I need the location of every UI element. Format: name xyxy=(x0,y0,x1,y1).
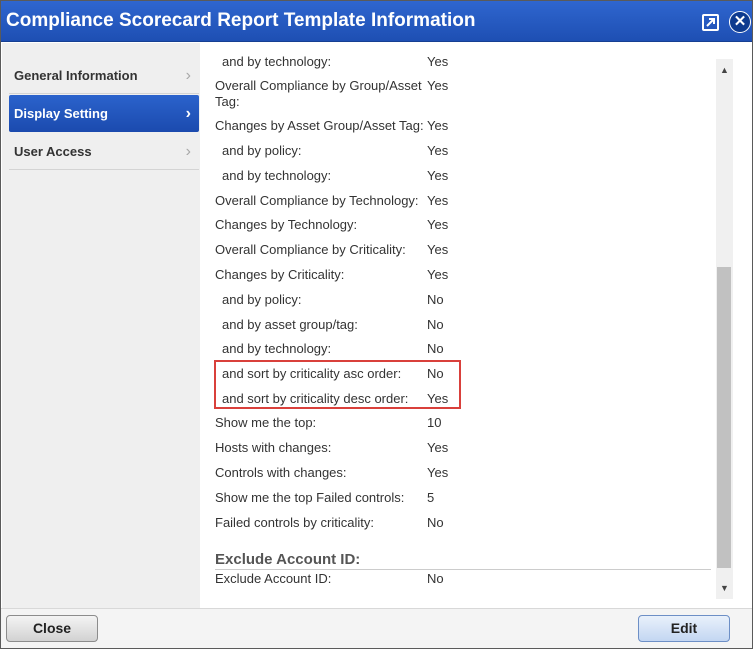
sidebar-item-label: Display Setting xyxy=(14,106,108,121)
setting-label: and by technology: xyxy=(222,168,332,183)
sidebar-item-general-information[interactable]: General Information › xyxy=(9,57,199,94)
setting-value: Yes xyxy=(427,242,449,257)
close-button[interactable]: Close xyxy=(6,615,98,642)
scroll-down-arrow-icon[interactable]: ▼ xyxy=(720,583,729,593)
setting-label: Failed controls by criticality: xyxy=(215,515,374,530)
title-bar: Compliance Scorecard Report Template Inf… xyxy=(1,1,752,42)
sidebar-item-label: User Access xyxy=(14,144,92,159)
setting-value: Yes xyxy=(427,143,449,158)
chevron-right-icon: › xyxy=(185,143,191,160)
setting-value: Yes xyxy=(427,465,449,480)
close-icon[interactable]: ✕ xyxy=(729,11,751,33)
setting-value: Yes xyxy=(427,217,449,232)
section-heading: Exclude Account ID: xyxy=(215,551,361,568)
setting-label: Show me the top: xyxy=(215,415,317,430)
setting-label: Changes by Criticality: xyxy=(215,267,345,282)
sidebar-item-display-setting[interactable]: Display Setting › xyxy=(9,95,199,132)
settings-panel: and by technology: Yes Overall Complianc… xyxy=(200,43,716,609)
setting-label: Changes by Technology: xyxy=(215,217,358,232)
setting-value: Yes xyxy=(427,193,449,208)
setting-label: and by policy: xyxy=(222,292,302,307)
setting-label: and by asset group/tag: xyxy=(222,317,358,332)
setting-label: Hosts with changes: xyxy=(215,440,332,455)
setting-value: Yes xyxy=(427,267,449,282)
scroll-up-arrow-icon[interactable]: ▲ xyxy=(720,65,729,75)
setting-label: Overall Compliance by Criticality: xyxy=(215,242,406,257)
section-divider xyxy=(215,569,711,570)
setting-value: Yes xyxy=(427,118,449,133)
sidebar-item-label: General Information xyxy=(14,68,138,83)
setting-label: Changes by Asset Group/Asset Tag: xyxy=(215,118,424,133)
sidebar-item-user-access[interactable]: User Access › xyxy=(9,133,199,170)
setting-value: Yes xyxy=(427,78,449,93)
setting-label: Show me the top Failed controls: xyxy=(215,490,405,505)
highlight-box xyxy=(214,360,461,409)
dialog-footer: Close Edit xyxy=(1,608,752,648)
setting-label: Overall Compliance by Group/Asset xyxy=(215,78,422,93)
setting-label: Controls with changes: xyxy=(215,465,347,480)
setting-value: Yes xyxy=(427,168,449,183)
setting-label: Tag: xyxy=(215,94,240,109)
setting-value: 10 xyxy=(427,415,442,430)
setting-value: No xyxy=(427,341,444,356)
setting-value: 5 xyxy=(427,490,435,505)
setting-value: No xyxy=(427,292,444,307)
dialog-window: Compliance Scorecard Report Template Inf… xyxy=(0,0,753,649)
popout-icon[interactable] xyxy=(702,14,719,31)
setting-value: Yes xyxy=(427,440,449,455)
chevron-right-icon: › xyxy=(185,67,191,84)
setting-label: and by technology: xyxy=(222,54,332,69)
setting-value: No xyxy=(427,317,444,332)
setting-label: and by technology: xyxy=(222,341,332,356)
scrollbar[interactable]: ▲ ▼ xyxy=(716,59,733,599)
scrollbar-thumb[interactable] xyxy=(717,267,731,568)
setting-label: Exclude Account ID: xyxy=(215,571,332,586)
chevron-right-icon: › xyxy=(185,105,191,122)
setting-value: No xyxy=(427,571,444,586)
setting-value: No xyxy=(427,515,444,530)
setting-label: and by policy: xyxy=(222,143,302,158)
sidebar: General Information › Display Setting › … xyxy=(2,43,200,609)
setting-label: Overall Compliance by Technology: xyxy=(215,193,419,208)
edit-button[interactable]: Edit xyxy=(638,615,730,642)
dialog-title: Compliance Scorecard Report Template Inf… xyxy=(6,10,476,31)
setting-value: Yes xyxy=(427,54,449,69)
